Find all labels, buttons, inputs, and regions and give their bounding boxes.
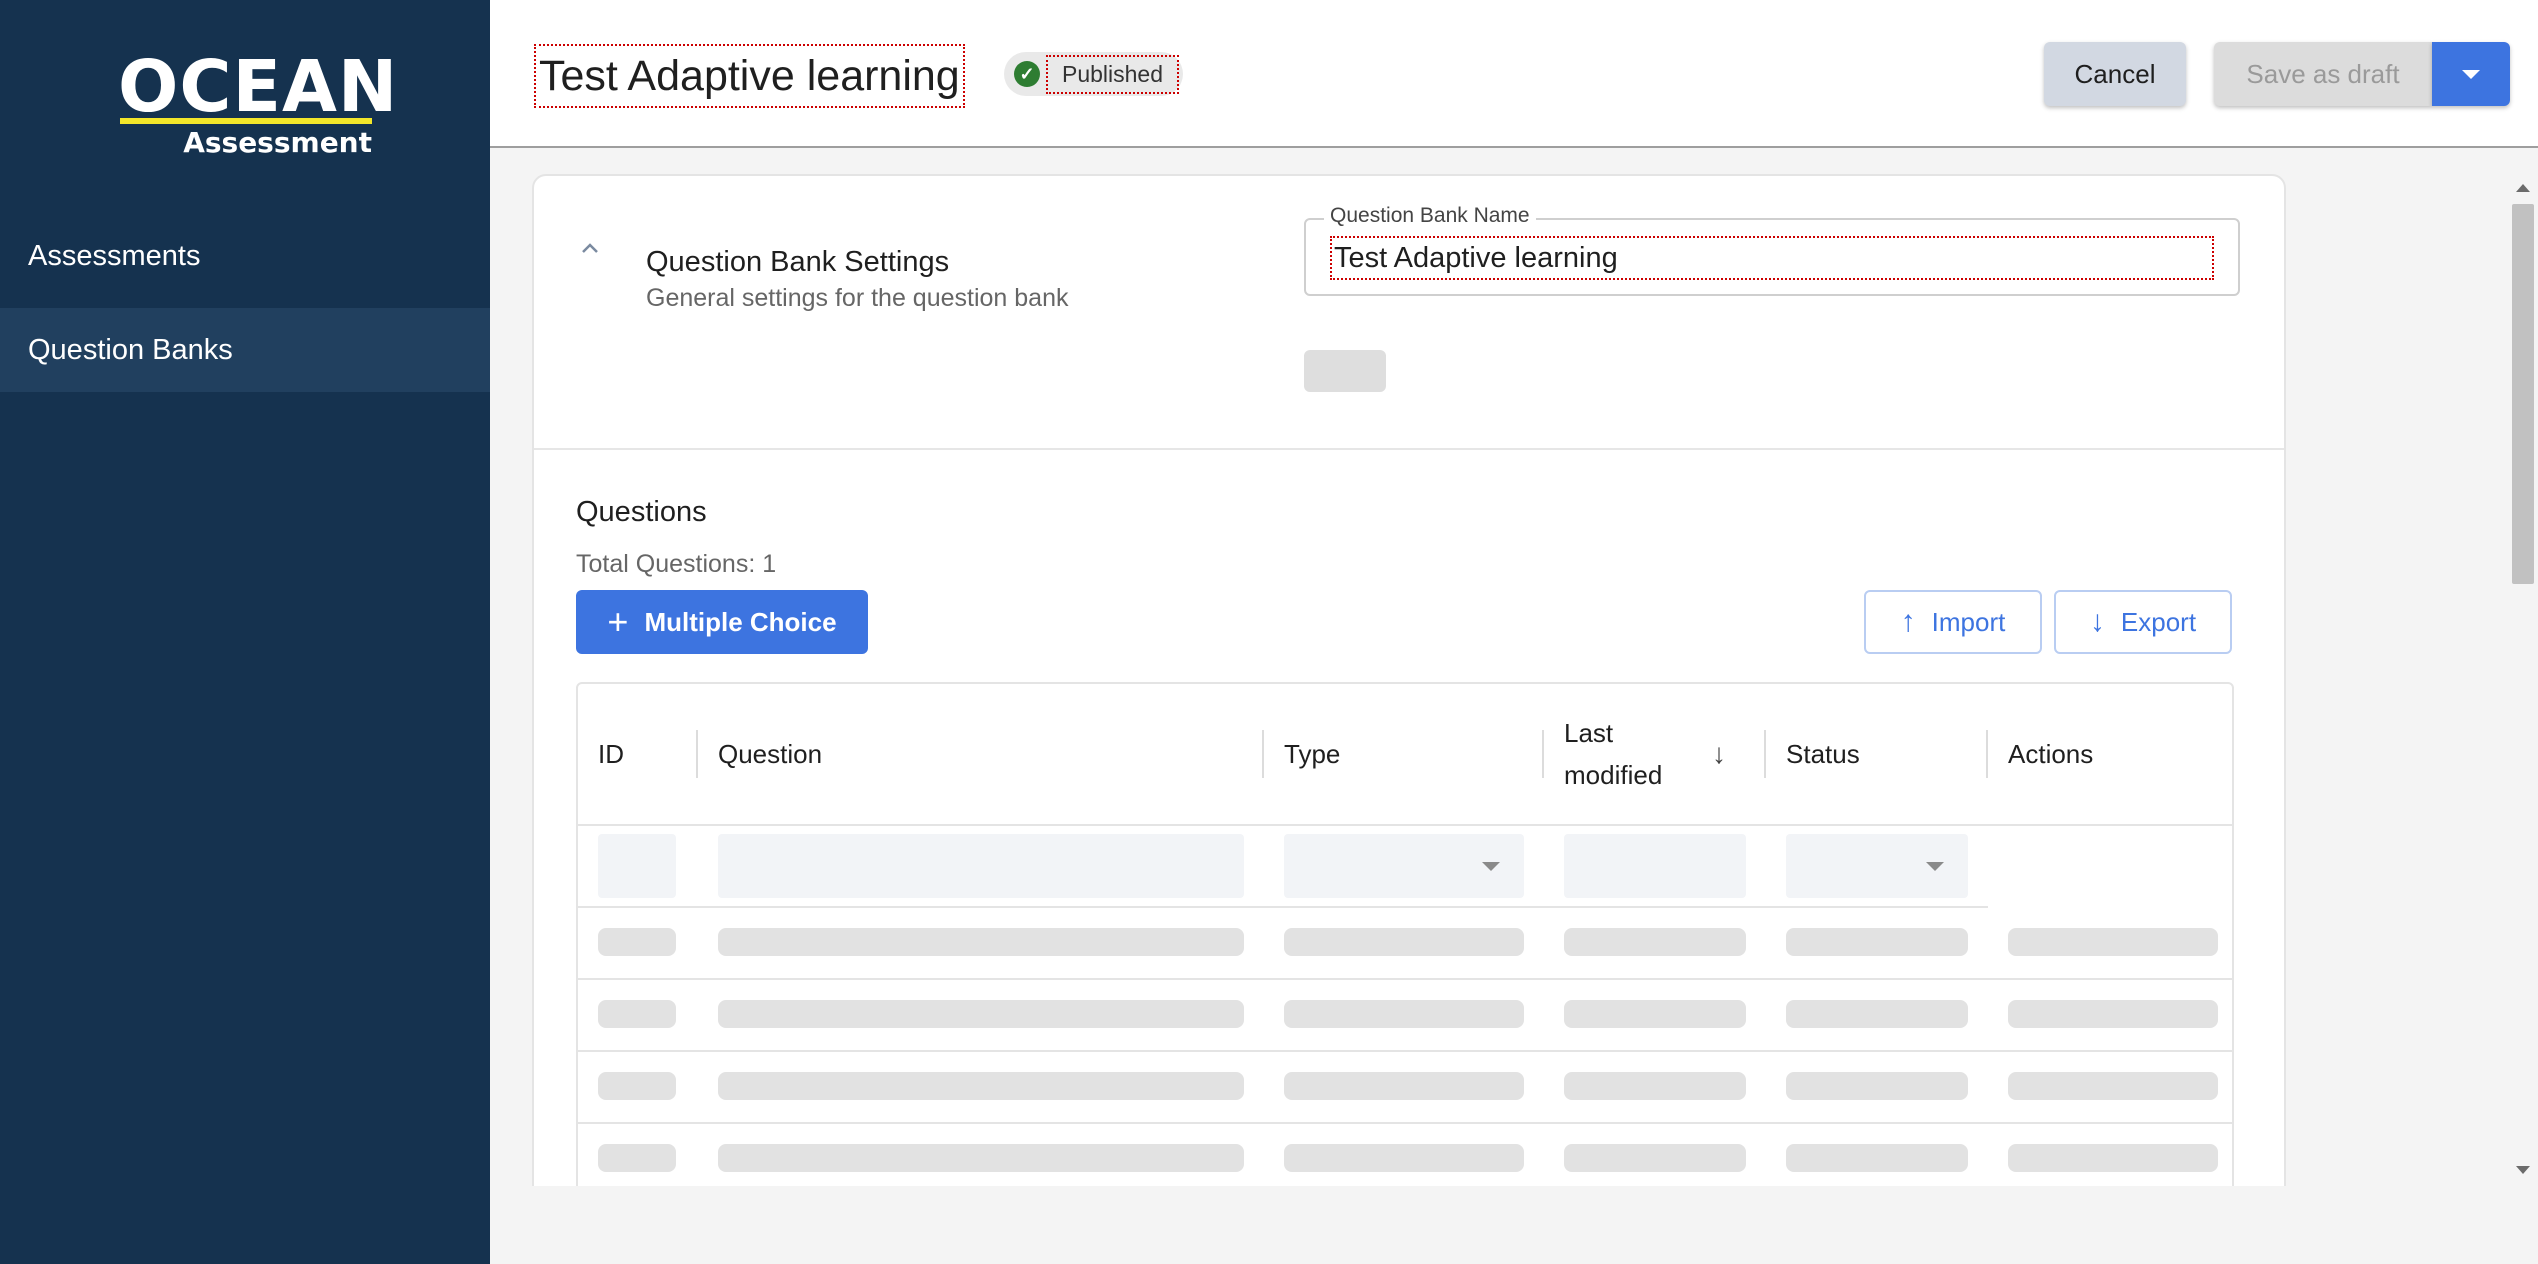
loading-cell (598, 928, 676, 956)
column-label: Question (718, 738, 823, 769)
loading-cell (718, 1144, 1244, 1172)
settings-title: Question Bank Settings (646, 246, 950, 278)
loading-cell (1284, 1144, 1524, 1172)
loading-cell (718, 1072, 1244, 1100)
loading-cell (718, 928, 1244, 956)
loading-cell (1564, 1000, 1746, 1028)
loading-cell (598, 1072, 676, 1100)
last-modified-filter-input[interactable] (1564, 834, 1746, 898)
loading-cell (2008, 1072, 2218, 1100)
sidebar-item-label: Question Banks (28, 333, 233, 366)
scroll-up-arrow-icon[interactable] (2516, 184, 2530, 192)
header-divider (578, 824, 2232, 826)
arrow-up-icon: ↑ (1900, 605, 1916, 638)
questions-title: Questions (576, 496, 707, 528)
row-divider (578, 1050, 2232, 1052)
sidebar: OCEAN Assessment Assessments Question Ba… (0, 0, 490, 1264)
button-label: Import (1931, 606, 2006, 637)
status-badge: ✓ Published (1004, 52, 1184, 96)
arrow-down-icon: ↓ (2089, 605, 2105, 638)
chevron-up-icon[interactable] (580, 238, 600, 258)
loading-cell (1786, 928, 1968, 956)
logo-underline (120, 118, 372, 124)
section-divider (534, 448, 2284, 450)
column-header-id[interactable]: ID (578, 684, 698, 824)
status-text: Published (1046, 54, 1180, 94)
loading-cell (1284, 928, 1524, 956)
settings-subtitle: General settings for the question bank (646, 284, 1069, 312)
loading-cell (598, 1144, 676, 1172)
column-label: Status (1786, 738, 1860, 769)
type-filter-select[interactable] (1284, 834, 1524, 898)
column-label: ID (598, 738, 624, 769)
question-bank-name-field: Question Bank Name (1304, 204, 2240, 296)
loading-cell (1284, 1000, 1524, 1028)
loading-cell (1786, 1000, 1968, 1028)
field-label: Question Bank Name (1324, 204, 1536, 228)
page-title: Test Adaptive learning (534, 44, 965, 108)
loading-cell (2008, 928, 2218, 956)
column-label: Actions (2008, 738, 2094, 769)
loading-cell (1564, 1072, 1746, 1100)
column-label: Type (1284, 738, 1341, 769)
button-label: Multiple Choice (644, 606, 837, 637)
caret-down-icon (1482, 862, 1500, 871)
add-multiple-choice-button[interactable]: + Multiple Choice (576, 590, 868, 654)
row-divider (578, 1122, 2232, 1124)
scrollbar-thumb[interactable] (2512, 204, 2534, 584)
question-filter-input[interactable] (718, 834, 1244, 898)
loading-cell (1786, 1144, 1968, 1172)
save-options-dropdown-button[interactable] (2432, 42, 2510, 106)
sort-descending-icon[interactable]: ↓ (1712, 738, 1726, 770)
logo-subtitle: Assessment (183, 126, 372, 159)
loading-cell (1564, 928, 1746, 956)
filter-divider (578, 906, 1988, 908)
question-bank-name-input[interactable] (1330, 236, 2214, 280)
logo-word: OCEAN (118, 45, 399, 128)
ocean-assessment-logo[interactable]: OCEAN Assessment (118, 45, 399, 160)
question-bank-card: Question Bank Settings General settings … (532, 174, 2286, 1186)
loading-cell (1786, 1072, 1968, 1100)
row-divider (578, 978, 2232, 980)
id-filter-input[interactable] (598, 834, 676, 898)
main-content: Question Bank Settings General settings … (490, 150, 2538, 1186)
loading-cell (598, 1000, 676, 1028)
sidebar-item-question-banks[interactable]: Question Banks (0, 308, 490, 392)
vertical-scrollbar[interactable] (2508, 176, 2538, 1186)
column-header-question[interactable]: Question (698, 684, 1264, 824)
column-header-type[interactable]: Type (1264, 684, 1544, 824)
questions-table: ID Question Type Last modified ↓ Status … (576, 682, 2234, 1186)
loading-placeholder (1304, 350, 1386, 392)
scroll-down-arrow-icon[interactable] (2516, 1166, 2530, 1174)
export-button[interactable]: ↓ Export (2054, 590, 2232, 654)
loading-cell (2008, 1144, 2218, 1172)
column-header-actions: Actions (1988, 684, 2232, 824)
loading-cell (2008, 1000, 2218, 1028)
sidebar-item-label: Assessments (28, 239, 201, 272)
caret-down-icon (1926, 862, 1944, 871)
loading-cell (718, 1000, 1244, 1028)
total-questions: Total Questions: 1 (576, 550, 777, 578)
column-label: Last modified (1564, 718, 1663, 790)
column-header-status[interactable]: Status (1766, 684, 1988, 824)
cancel-button[interactable]: Cancel (2044, 42, 2186, 106)
check-circle-icon: ✓ (1014, 61, 1040, 87)
loading-cell (1564, 1144, 1746, 1172)
button-label: Export (2120, 606, 2197, 637)
loading-cell (1284, 1072, 1524, 1100)
column-header-last-modified[interactable]: Last modified ↓ (1544, 684, 1766, 824)
page-header: Test Adaptive learning ✓ Published Cance… (490, 0, 2538, 148)
sidebar-item-assessments[interactable]: Assessments (0, 214, 490, 298)
status-filter-select[interactable] (1786, 834, 1968, 898)
plus-icon: + (607, 601, 629, 642)
import-button[interactable]: ↑ Import (1864, 590, 2042, 654)
save-as-draft-button[interactable]: Save as draft (2214, 42, 2432, 106)
